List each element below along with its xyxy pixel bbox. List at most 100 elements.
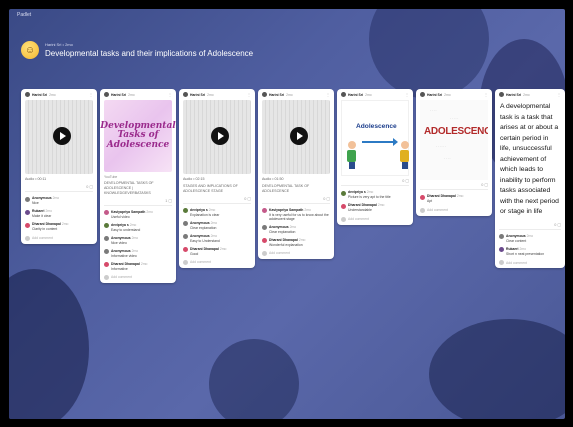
post-header: Harini Sri 2mo ⋮ [183, 92, 251, 97]
divider [499, 228, 561, 230]
add-comment-input[interactable]: Add comment [262, 251, 330, 257]
comment: Rukaeri2mo Short n neat presentation [499, 247, 561, 256]
comment: Anonymous2mo Clear content [499, 234, 561, 243]
play-icon[interactable] [290, 127, 308, 145]
divider [183, 202, 251, 204]
audio-player[interactable] [183, 100, 251, 174]
comment-time: 2mo [131, 235, 139, 240]
comment-time: 2mo [129, 222, 137, 227]
post-menu-icon[interactable]: ⋮ [168, 92, 172, 97]
add-comment-input[interactable]: Add comment [104, 275, 172, 281]
post-card[interactable]: Harini Sri 2mo ⋮ Developmental Tasks of … [100, 89, 176, 284]
post-menu-icon[interactable]: ⋮ [484, 92, 488, 97]
comment: Rukaeri2mo Make it clear [25, 209, 93, 218]
commenter-name: Dharani Dhanapal [427, 194, 456, 198]
audio-player[interactable] [262, 100, 330, 174]
commenter-name: Anonymous [111, 248, 131, 253]
comment-count[interactable]: 1 ▢ [104, 198, 172, 203]
comment-icon: ▢ [326, 196, 330, 201]
comment: Dharani Dhanapal2mo Clarity in content [25, 222, 93, 231]
comment-time: 2mo [45, 209, 53, 213]
comment-text: Make it clear [32, 214, 52, 218]
play-icon[interactable] [53, 127, 71, 145]
comment-text: Easy to Understand [190, 238, 220, 243]
post-title: DEVELOPMENTAL TASK OF ADOLESCENCE [262, 184, 310, 193]
add-comment-placeholder: Add comment [190, 260, 211, 265]
background-shape [369, 9, 489, 99]
youtube-thumbnail[interactable]: Developmental Tasks of Adolescence [100, 100, 176, 172]
commenter-name: Dharani Dhanapal [348, 203, 377, 207]
audio-player[interactable] [25, 100, 93, 174]
current-user-avatar [104, 275, 109, 281]
post-card[interactable]: Harini Sri 2mo ⋮ · · · · · · · · · ADOLE… [416, 89, 492, 216]
add-comment-input[interactable]: Add comment [499, 260, 561, 266]
post-author: Harini Sri [111, 92, 127, 97]
comment: Anonymous2mo Nice [25, 196, 93, 205]
play-icon[interactable] [211, 127, 229, 145]
post-menu-icon[interactable]: ⋮ [557, 92, 561, 97]
commenter-name: devipriya s [348, 190, 366, 194]
adolescence-illustration[interactable]: Adolescence [341, 100, 409, 176]
comment-time: 2mo [298, 237, 306, 242]
post-card[interactable]: Harini Sri 2mo ⋮ Audio • 02:15 STAGES AN… [179, 89, 255, 269]
post-menu-icon[interactable]: ⋮ [326, 92, 330, 97]
comment-count[interactable]: 0 ▢ [262, 196, 330, 201]
add-comment-input[interactable]: Add comment [183, 260, 251, 266]
comment-count[interactable]: 0 ▢ [499, 222, 561, 227]
current-user-avatar [183, 260, 188, 266]
post-title: STAGES AND IMPLICATIONS OF ADOLESCENCE S… [183, 184, 238, 193]
comment-text: Wonderful explanation [269, 242, 303, 247]
commenter-avatar [104, 236, 109, 242]
commenter-avatar [499, 247, 504, 253]
post-card[interactable]: Harini Sri 2mo ⋮ Audio • 01:50 DEVELOPME… [258, 89, 334, 260]
commenter-avatar [25, 196, 30, 202]
commenter-name: Dharani Dhanapal [32, 222, 61, 226]
background-shape [209, 339, 299, 419]
commenter-name: Anonymous [32, 196, 52, 200]
post-author: Harini Sri [427, 92, 443, 97]
comment-count[interactable]: 0 ▢ [183, 196, 251, 201]
post-body-text: A developmental task is a task that aris… [500, 103, 559, 216]
commenter-avatar [104, 249, 109, 255]
post-card[interactable]: Harini Sri 2mo ⋮ A developmental task is… [495, 89, 565, 269]
comment: Dharani Dhanapal2mo Apt [420, 194, 488, 203]
commenter-name: Dharani Dhanapal [111, 261, 140, 266]
comment-text: Clear explanation [269, 229, 296, 234]
post-time: 2mo [365, 92, 372, 97]
comment-text: Explanation is clear [190, 212, 220, 217]
comment-text: Clear content [506, 238, 527, 243]
comment-time: 2mo [289, 224, 297, 229]
post-card[interactable]: Harini Sri 2mo ⋮ Adolescence 0 ▢ devipri… [337, 89, 413, 225]
add-comment-input[interactable]: Add comment [341, 216, 409, 222]
board-avatar-emoji-icon[interactable]: ☺ [21, 41, 39, 59]
word-cloud-decoration: · · · · · · [436, 144, 447, 148]
comment-text: Nice video [111, 240, 127, 245]
add-comment-placeholder: Add comment [32, 235, 53, 240]
commenter-name: Anonymous [190, 233, 210, 238]
comment: devipriya s2mo Explanation is clear [183, 208, 251, 217]
add-comment-input[interactable]: Add comment [420, 207, 488, 213]
comment-count[interactable]: 0 ▢ [341, 178, 409, 183]
board-author-line: Harini Sri • 2mo [45, 42, 73, 47]
commenter-avatar [262, 208, 267, 214]
post-menu-icon[interactable]: ⋮ [89, 92, 93, 97]
add-comment-input[interactable]: Add comment [25, 235, 93, 241]
comment-time: 2mo [208, 207, 216, 212]
word-cloud-decoration: · · · · [444, 156, 451, 160]
word-cloud-image[interactable]: · · · · · · · · · ADOLESCENCE · · · · · … [420, 100, 488, 180]
post-menu-icon[interactable]: ⋮ [405, 92, 409, 97]
post-card[interactable]: Harini Sri 2mo ⋮ Audio • 00:11 0 ▢ Anony… [21, 89, 97, 244]
comment-count[interactable]: 0 ▢ [420, 182, 488, 187]
add-comment-placeholder: Add comment [269, 251, 290, 256]
comment-count[interactable]: 0 ▢ [25, 184, 93, 189]
comment-text: Picture is very apt to the title [348, 195, 391, 199]
commenter-name: Rukaeri [32, 209, 45, 213]
video-source: YouTube [104, 175, 118, 179]
comment-text: Understandable [348, 208, 372, 212]
teen-figure [400, 141, 409, 169]
post-author: Harini Sri [506, 92, 522, 97]
post-menu-icon[interactable]: ⋮ [247, 92, 251, 97]
commenter-name: devipriya s [190, 207, 208, 212]
comment: Anonymous2mo Clear explanation [262, 225, 330, 234]
post-header: Harini Sri 2mo ⋮ [420, 92, 488, 97]
